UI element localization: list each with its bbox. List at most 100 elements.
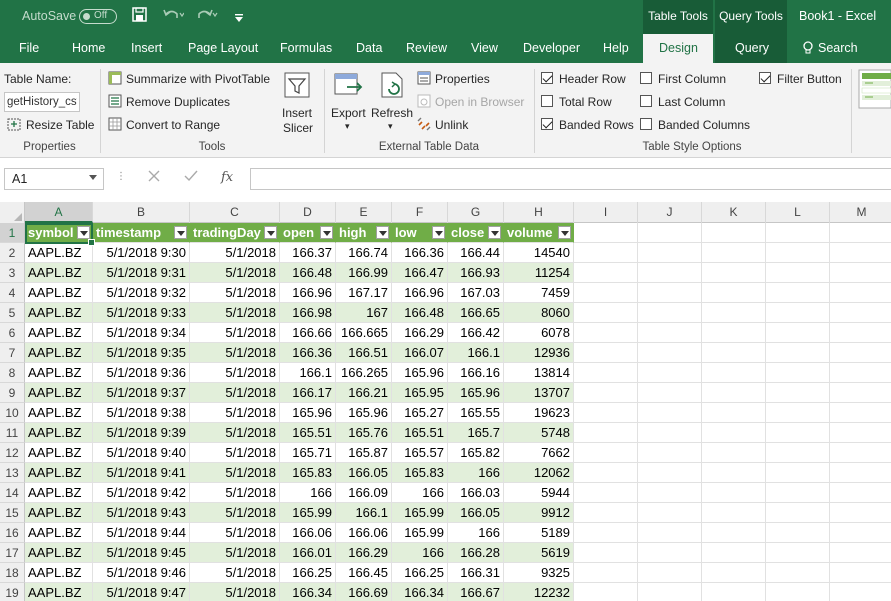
table-cell[interactable]: 5/1/2018 9:33: [93, 303, 190, 323]
empty-cell[interactable]: [638, 383, 702, 403]
table-cell[interactable]: 5/1/2018 9:44: [93, 523, 190, 543]
empty-cell[interactable]: [638, 583, 702, 601]
table-cell[interactable]: AAPL.BZ: [25, 363, 93, 383]
table-cell[interactable]: 5/1/2018 9:36: [93, 363, 190, 383]
cancel-entry-icon[interactable]: [147, 169, 161, 186]
empty-cell[interactable]: [638, 343, 702, 363]
empty-cell[interactable]: [830, 323, 891, 343]
table-cell[interactable]: 166.45: [336, 563, 392, 583]
table-cell[interactable]: 5/1/2018 9:47: [93, 583, 190, 601]
refresh-dropdown-icon[interactable]: ▾: [388, 121, 393, 132]
empty-cell[interactable]: [702, 543, 766, 563]
empty-cell[interactable]: [702, 443, 766, 463]
empty-cell[interactable]: [702, 423, 766, 443]
empty-cell[interactable]: [638, 543, 702, 563]
filter-button-checkbox[interactable]: [759, 72, 771, 84]
empty-cell[interactable]: [766, 583, 830, 601]
empty-cell[interactable]: [574, 583, 638, 601]
table-header-cell[interactable]: low: [392, 223, 448, 243]
insert-function-button[interactable]: fx: [221, 170, 233, 185]
row-header[interactable]: 3: [0, 263, 25, 283]
unlink-button[interactable]: Unlink: [435, 118, 468, 132]
row-header[interactable]: 18: [0, 563, 25, 583]
table-cell[interactable]: 5/1/2018: [190, 263, 280, 283]
table-cell[interactable]: 7662: [504, 443, 574, 463]
table-cell[interactable]: 166.29: [336, 543, 392, 563]
table-cell[interactable]: 166.25: [392, 563, 448, 583]
empty-cell[interactable]: [830, 543, 891, 563]
last-column-checkbox[interactable]: [640, 95, 652, 107]
table-cell[interactable]: AAPL.BZ: [25, 523, 93, 543]
table-cell[interactable]: 166.96: [280, 283, 336, 303]
table-header-cell[interactable]: high: [336, 223, 392, 243]
empty-cell[interactable]: [766, 363, 830, 383]
filter-dropdown-icon[interactable]: [558, 226, 571, 239]
row-header[interactable]: 19: [0, 583, 25, 601]
table-cell[interactable]: 166.34: [392, 583, 448, 601]
empty-cell[interactable]: [702, 463, 766, 483]
empty-cell[interactable]: [766, 403, 830, 423]
empty-cell[interactable]: [574, 523, 638, 543]
name-box[interactable]: A1: [4, 168, 104, 190]
table-cell[interactable]: AAPL.BZ: [25, 243, 93, 263]
table-cell[interactable]: 166.51: [336, 343, 392, 363]
table-cell[interactable]: 166.34: [280, 583, 336, 601]
empty-cell[interactable]: [766, 223, 830, 243]
table-header-cell[interactable]: timestamp: [93, 223, 190, 243]
row-header[interactable]: 10: [0, 403, 25, 423]
table-cell[interactable]: 5/1/2018 9:34: [93, 323, 190, 343]
table-cell[interactable]: 167.03: [448, 283, 504, 303]
column-header-l[interactable]: L: [766, 202, 830, 223]
row-header[interactable]: 13: [0, 463, 25, 483]
table-cell[interactable]: 166.47: [392, 263, 448, 283]
table-cell[interactable]: 5/1/2018 9:40: [93, 443, 190, 463]
table-cell[interactable]: 5/1/2018 9:30: [93, 243, 190, 263]
table-cell[interactable]: 7459: [504, 283, 574, 303]
filter-dropdown-icon[interactable]: [320, 226, 333, 239]
table-cell[interactable]: 165.57: [392, 443, 448, 463]
column-header-c[interactable]: C: [190, 202, 280, 223]
table-cell[interactable]: 5/1/2018: [190, 323, 280, 343]
empty-cell[interactable]: [702, 363, 766, 383]
table-cell[interactable]: 166.06: [336, 523, 392, 543]
table-header-cell[interactable]: volume: [504, 223, 574, 243]
confirm-entry-icon[interactable]: [184, 169, 198, 186]
empty-cell[interactable]: [766, 263, 830, 283]
table-cell[interactable]: 5/1/2018 9:35: [93, 343, 190, 363]
table-cell[interactable]: AAPL.BZ: [25, 543, 93, 563]
empty-cell[interactable]: [830, 363, 891, 383]
table-cell[interactable]: 166.96: [392, 283, 448, 303]
row-header[interactable]: 12: [0, 443, 25, 463]
table-cell[interactable]: 19623: [504, 403, 574, 423]
refresh-button[interactable]: Refresh: [371, 106, 413, 120]
table-cell[interactable]: 5/1/2018 9:32: [93, 283, 190, 303]
table-cell[interactable]: 5/1/2018 9:38: [93, 403, 190, 423]
empty-cell[interactable]: [830, 263, 891, 283]
empty-cell[interactable]: [638, 303, 702, 323]
empty-cell[interactable]: [766, 343, 830, 363]
row-header[interactable]: 4: [0, 283, 25, 303]
empty-cell[interactable]: [574, 283, 638, 303]
empty-cell[interactable]: [638, 423, 702, 443]
table-header-cell[interactable]: open: [280, 223, 336, 243]
table-cell[interactable]: 5/1/2018 9:41: [93, 463, 190, 483]
filter-dropdown-icon[interactable]: [77, 226, 90, 239]
table-cell[interactable]: 166.03: [448, 483, 504, 503]
table-cell[interactable]: 166.99: [336, 263, 392, 283]
table-cell[interactable]: 5/1/2018: [190, 443, 280, 463]
table-cell[interactable]: 5/1/2018: [190, 543, 280, 563]
table-cell[interactable]: 166.36: [280, 343, 336, 363]
table-cell[interactable]: 166.265: [336, 363, 392, 383]
table-cell[interactable]: 9912: [504, 503, 574, 523]
table-name-input[interactable]: [4, 92, 80, 112]
table-cell[interactable]: 12232: [504, 583, 574, 601]
column-header-d[interactable]: D: [280, 202, 336, 223]
empty-cell[interactable]: [574, 503, 638, 523]
empty-cell[interactable]: [638, 503, 702, 523]
banded-columns-checkbox[interactable]: [640, 118, 652, 130]
empty-cell[interactable]: [766, 503, 830, 523]
table-cell[interactable]: 166.74: [336, 243, 392, 263]
table-cell[interactable]: 5/1/2018: [190, 243, 280, 263]
table-cell[interactable]: 166.67: [448, 583, 504, 601]
empty-cell[interactable]: [766, 243, 830, 263]
